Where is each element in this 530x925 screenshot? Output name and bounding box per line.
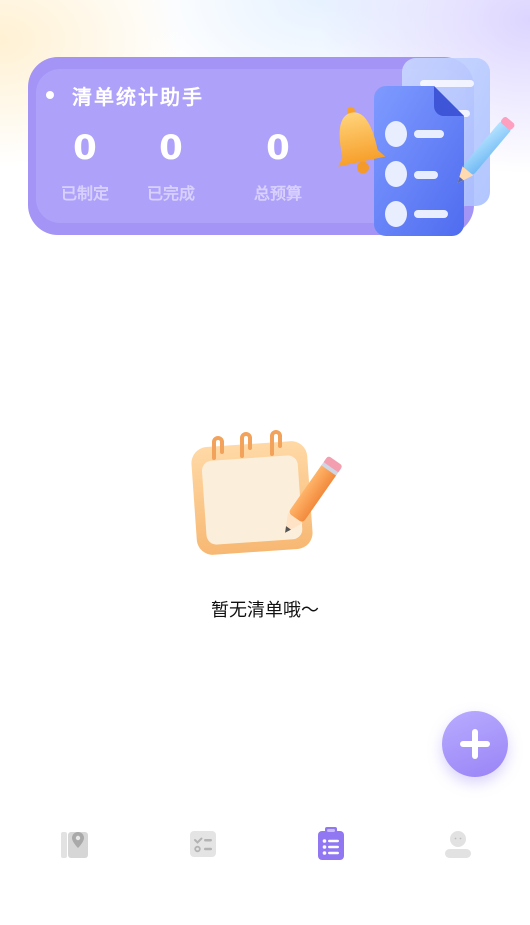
stats-card-title: 清单统计助手 bbox=[72, 84, 204, 109]
bottom-tab-bar bbox=[0, 810, 530, 875]
tab-profile[interactable] bbox=[438, 824, 478, 864]
stat-completed: 0 已完成 bbox=[131, 128, 211, 204]
stat-completed-label: 已完成 bbox=[146, 184, 195, 203]
checklist-bell-pencil-illustration bbox=[338, 58, 515, 236]
stat-budget-label: 总预算 bbox=[253, 184, 302, 203]
stat-budget-value: 0 bbox=[266, 128, 290, 168]
stat-created: 0 已制定 bbox=[45, 128, 125, 204]
plus-icon bbox=[460, 729, 490, 759]
notepad-pencil-icon bbox=[191, 430, 342, 555]
stat-created-value: 0 bbox=[73, 128, 97, 168]
tab-map[interactable] bbox=[55, 824, 95, 864]
title-dot bbox=[46, 91, 54, 99]
clipboard-list-icon bbox=[318, 827, 344, 860]
stat-created-label: 已制定 bbox=[60, 184, 109, 203]
stats-card-header: 清单统计助手 bbox=[46, 80, 204, 110]
tab-checklist[interactable] bbox=[183, 824, 223, 864]
tab-lists[interactable] bbox=[311, 824, 351, 864]
map-pin-icon bbox=[61, 832, 88, 858]
stat-budget: 0 总预算 bbox=[238, 128, 318, 204]
empty-state-text: 暂无清单哦～ bbox=[211, 600, 319, 621]
add-list-button[interactable] bbox=[442, 711, 508, 777]
stat-completed-value: 0 bbox=[159, 128, 183, 168]
user-icon bbox=[445, 831, 471, 858]
checklist-icon bbox=[190, 831, 216, 857]
